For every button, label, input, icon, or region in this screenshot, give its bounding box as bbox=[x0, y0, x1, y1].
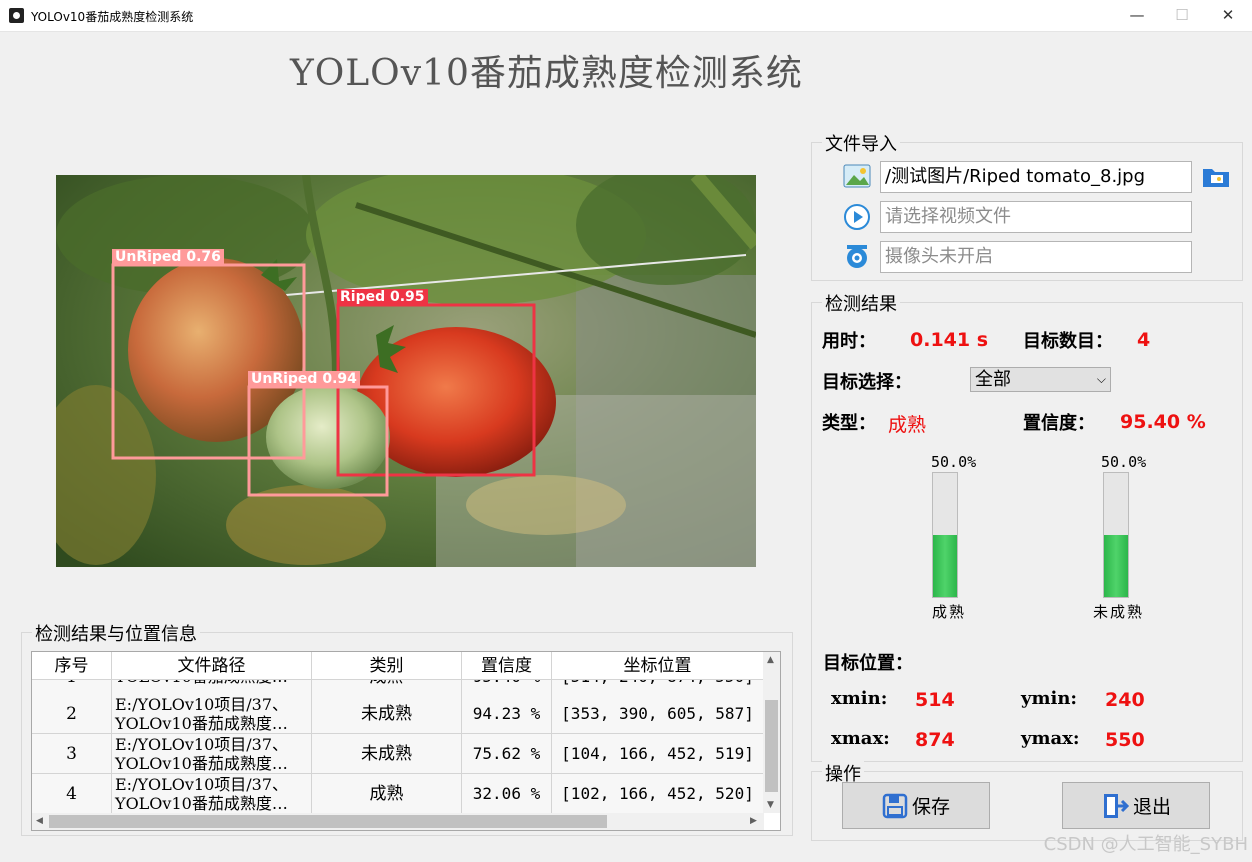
detection-results-title: 检测结果 bbox=[822, 290, 900, 316]
table-cell: 成熟 bbox=[312, 774, 462, 814]
column-header-coords[interactable]: 坐标位置 bbox=[552, 652, 764, 680]
count-value: 4 bbox=[1137, 329, 1151, 351]
save-button[interactable]: 保存 bbox=[842, 782, 990, 829]
ymin-value: 240 bbox=[1105, 689, 1145, 711]
column-header-confidence[interactable]: 置信度 bbox=[462, 652, 552, 680]
detection-label: Riped 0.95 bbox=[337, 289, 428, 306]
table-cell: 未成熟 bbox=[312, 734, 462, 774]
scroll-left-icon[interactable]: ◀ bbox=[36, 816, 43, 826]
image-path-field[interactable]: /测试图片/Riped tomato_8.jpg bbox=[880, 161, 1192, 193]
title-bar: YOLOv10番茄成熟度检测系统 — ☐ ✕ bbox=[0, 0, 1252, 32]
unripe-percent: 50.0% bbox=[1101, 453, 1147, 471]
horizontal-scrollbar[interactable]: ◀ ▶ bbox=[32, 813, 764, 830]
table-cell: [353, 390, 605, 587] bbox=[552, 694, 764, 734]
vertical-scroll-thumb[interactable] bbox=[765, 700, 778, 792]
detection-label: UnRiped 0.94 bbox=[248, 371, 360, 388]
folder-icon[interactable] bbox=[1201, 163, 1231, 193]
image-icon[interactable] bbox=[843, 163, 871, 193]
table-cell: 32.06 % bbox=[462, 774, 552, 814]
horizontal-scroll-thumb[interactable] bbox=[49, 815, 607, 828]
table-cell: [104, 166, 452, 519] bbox=[552, 734, 764, 774]
column-header-index[interactable]: 序号 bbox=[32, 652, 112, 680]
ripe-progress-bar bbox=[932, 472, 958, 598]
xmin-label: xmin: bbox=[831, 688, 888, 709]
save-button-label: 保存 bbox=[911, 796, 950, 818]
exit-button[interactable]: 退出 bbox=[1062, 782, 1210, 829]
camera-field[interactable]: 摄像头未开启 bbox=[880, 241, 1192, 273]
time-value: 0.141 s bbox=[910, 329, 989, 351]
scroll-down-icon[interactable]: ▼ bbox=[767, 800, 774, 810]
confidence-label: 置信度： bbox=[1023, 413, 1095, 434]
exit-button-label: 退出 bbox=[1132, 796, 1171, 818]
results-table-title: 检测结果与位置信息 bbox=[32, 620, 200, 646]
xmin-value: 514 bbox=[915, 689, 955, 711]
chevron-down-icon: ⌵ bbox=[1096, 372, 1106, 386]
table-cell: 4 bbox=[32, 774, 112, 814]
detection-image: UnRiped 0.76 Riped 0.95 UnRiped 0.94 bbox=[56, 175, 756, 567]
confidence-value: 95.40 % bbox=[1120, 411, 1206, 433]
table-cell: 2 bbox=[32, 694, 112, 734]
ymax-value: 550 bbox=[1105, 729, 1145, 751]
tomato-photo bbox=[56, 175, 756, 567]
column-header-class[interactable]: 类别 bbox=[312, 652, 462, 680]
target-select-dropdown[interactable]: 全部 ⌵ bbox=[970, 367, 1111, 392]
table-cell: 94.23 % bbox=[462, 694, 552, 734]
maximize-button[interactable]: ☐ bbox=[1159, 0, 1205, 31]
camera-icon[interactable] bbox=[843, 243, 871, 275]
table-cell: E:/YOLOv10项目/37、 YOLOv10番茄成熟度… bbox=[112, 774, 312, 814]
scroll-up-icon[interactable]: ▲ bbox=[767, 655, 774, 665]
page-title: YOLOv10番茄成熟度检测系统 bbox=[290, 53, 803, 94]
target-select-label: 目标选择： bbox=[822, 372, 912, 393]
scroll-right-icon[interactable]: ▶ bbox=[750, 816, 757, 826]
table-cell: 未成熟 bbox=[312, 694, 462, 734]
results-table[interactable]: 1 YOLOv10番茄成熟度… 成熟 95.40 % [514, 240, 87… bbox=[31, 651, 781, 831]
video-file-field[interactable]: 请选择视频文件 bbox=[880, 201, 1192, 233]
xmax-value: 874 bbox=[915, 729, 955, 751]
table-cell: 75.62 % bbox=[462, 734, 552, 774]
watermark: CSDN @人工智能_SYBH bbox=[1043, 834, 1248, 855]
type-label: 类型： bbox=[822, 413, 876, 434]
ripe-percent: 50.0% bbox=[931, 453, 977, 471]
type-value: 成熟 bbox=[888, 414, 927, 436]
time-label: 用时： bbox=[822, 331, 876, 352]
video-icon[interactable] bbox=[843, 203, 871, 235]
target-select-value: 全部 bbox=[975, 369, 1011, 390]
ripe-bar-label: 成熟 bbox=[932, 603, 967, 621]
close-button[interactable]: ✕ bbox=[1205, 0, 1251, 31]
window-title: YOLOv10番茄成熟度检测系统 bbox=[31, 10, 194, 24]
table-cell: 3 bbox=[32, 734, 112, 774]
ymin-label: ymin: bbox=[1021, 688, 1078, 709]
unripe-bar-label: 未成熟 bbox=[1093, 603, 1145, 621]
detection-label: UnRiped 0.76 bbox=[112, 249, 224, 266]
save-icon bbox=[882, 793, 908, 818]
table-cell: E:/YOLOv10项目/37、 YOLOv10番茄成熟度… bbox=[112, 694, 312, 734]
file-import-title: 文件导入 bbox=[822, 130, 900, 156]
vertical-scrollbar[interactable]: ▲ ▼ bbox=[763, 652, 780, 813]
xmax-label: xmax: bbox=[831, 728, 890, 749]
target-position-label: 目标位置： bbox=[823, 653, 913, 674]
table-cell: E:/YOLOv10项目/37、 YOLOv10番茄成熟度… bbox=[112, 734, 312, 774]
column-header-path[interactable]: 文件路径 bbox=[112, 652, 312, 680]
app-icon bbox=[9, 8, 24, 23]
exit-icon bbox=[1103, 793, 1129, 818]
table-cell: [102, 166, 452, 520] bbox=[552, 774, 764, 814]
count-label: 目标数目： bbox=[1023, 331, 1113, 352]
minimize-button[interactable]: — bbox=[1114, 0, 1160, 31]
unripe-progress-bar bbox=[1103, 472, 1129, 598]
ymax-label: ymax: bbox=[1021, 728, 1080, 749]
